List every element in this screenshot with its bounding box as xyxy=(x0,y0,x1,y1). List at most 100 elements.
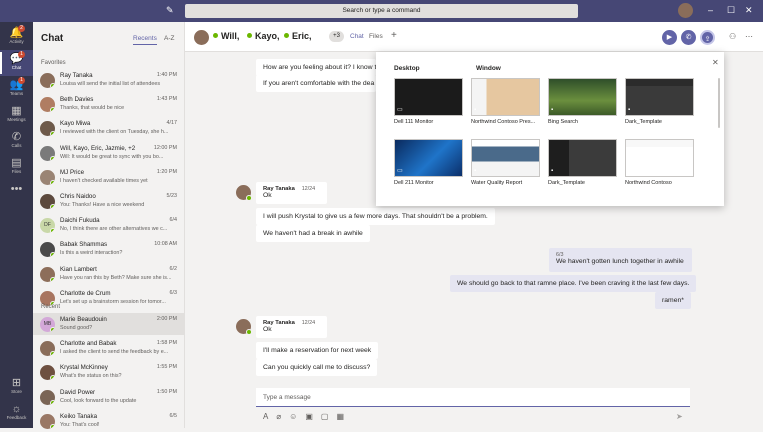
chat-list-item[interactable]: Ray Tanaka 1:40 PM Louisa will send the in… xyxy=(33,69,184,91)
message-text: I will push Krystal to give us a few mor… xyxy=(256,208,495,225)
share-item-label: Dell 211 Monitor xyxy=(394,180,434,186)
share-item-label: Northwind Contoso Pres... xyxy=(471,119,536,125)
share-window-thumbnail[interactable]: ▪ xyxy=(471,139,540,177)
meeting-icon[interactable]: ▦ xyxy=(336,412,352,421)
share-item-label: Dell 111 Monitor xyxy=(394,119,434,125)
share-desktop-thumbnail[interactable]: ▭ xyxy=(394,139,463,177)
attach-icon[interactable]: ⌀ xyxy=(276,412,289,421)
close-icon[interactable]: ✕ xyxy=(712,58,719,67)
rail-store[interactable]: ⊞ Store xyxy=(0,374,33,400)
rail-files[interactable]: ▤ Files xyxy=(0,154,33,180)
chat-list-item[interactable]: Kayo Miwa 4/17 I reviewed with the client … xyxy=(33,117,184,139)
more-participants-badge[interactable]: +3 xyxy=(329,31,344,42)
tab-files[interactable]: Files xyxy=(369,33,383,40)
chat-list-item[interactable]: Charlotte and Babak 1:58 PM I asked the cl… xyxy=(33,337,184,359)
minimize-icon[interactable]: – xyxy=(708,5,713,15)
participant-kayo[interactable]: Kayo, xyxy=(255,31,280,41)
chat-time: 4/17 xyxy=(166,120,178,127)
chat-list-item[interactable]: MB Marie Beaudouin 2:00 PM Sound good? xyxy=(33,313,184,335)
chat-preview: I haven't checked available times yet xyxy=(60,177,148,184)
compose-input[interactable]: Type a message xyxy=(256,388,690,407)
chat-name: Keiko Tanaka xyxy=(60,412,98,420)
compose-new-icon[interactable]: ✎ xyxy=(166,5,174,16)
rail-chat[interactable]: 💬 Chat 1 xyxy=(0,50,33,76)
chat-list-item[interactable]: Keiko Tanaka 6/5 You: That's cool! xyxy=(33,410,184,432)
video-call-button[interactable]: ▶ xyxy=(662,30,677,45)
tab-chat[interactable]: Chat xyxy=(350,33,364,40)
share-window-thumbnail[interactable]: ▪ xyxy=(625,139,694,177)
chat-preview: You: That's cool! xyxy=(60,421,100,428)
calendar-icon: ▦ xyxy=(11,105,22,117)
participant-will[interactable]: Will, xyxy=(221,31,239,41)
tab-recents[interactable]: Recents xyxy=(133,35,157,45)
share-screen-button[interactable]: ⇪ xyxy=(700,30,715,45)
avatar xyxy=(40,389,55,405)
avatar xyxy=(40,341,55,357)
gif-icon[interactable]: ▣ xyxy=(305,412,321,421)
rail-meetings[interactable]: ▦ Meetings xyxy=(0,102,33,128)
format-icon[interactable]: A xyxy=(263,412,276,421)
chat-preview: No, I think there are other alternatives… xyxy=(60,226,168,233)
chat-list-item[interactable]: DF Daichi Fukuda 6/4 No, I think there are … xyxy=(33,214,184,236)
avatar-initials: DF xyxy=(44,222,51,229)
audio-call-button[interactable]: ✆ xyxy=(681,30,696,45)
chat-list-item[interactable]: Chris Naidoo 5/23 You: Thanks! Have a nice… xyxy=(33,190,184,212)
search-input[interactable]: Search or type a command xyxy=(185,4,578,18)
chat-name: Will, Kayo, Eric, Jazmie, +2 xyxy=(60,144,136,152)
more-options-icon[interactable]: ⋯ xyxy=(745,32,753,41)
add-people-icon[interactable]: ⚇ xyxy=(729,32,736,41)
chat-name: Krystal McKinney xyxy=(60,364,108,372)
close-window-icon[interactable]: ✕ xyxy=(745,5,753,16)
share-window-thumbnail[interactable]: ▪ xyxy=(471,78,540,116)
send-icon[interactable]: ➤ xyxy=(676,412,683,421)
presence-icon xyxy=(50,375,55,381)
share-window-thumbnail[interactable]: ▪ xyxy=(548,139,617,177)
share-desktop-thumbnail[interactable]: ▭ xyxy=(394,78,463,116)
message-bubble: 6/3 We haven't gotten lunch together in … xyxy=(549,248,692,272)
avatar xyxy=(40,413,55,429)
chat-name: Charlotte de Crum xyxy=(60,289,111,297)
avatar xyxy=(40,73,55,88)
favorites-header[interactable]: Favorites xyxy=(41,60,66,66)
chat-icon: 💬 xyxy=(9,53,24,65)
chat-list-item[interactable]: MJ Price 1:20 PM I haven't checked availab… xyxy=(33,166,184,188)
share-item-label: Water Quality Report xyxy=(471,180,523,186)
presence-icon xyxy=(50,83,55,88)
share-window-thumbnail[interactable]: ▪ xyxy=(625,78,694,116)
emoji-icon[interactable]: ☺ xyxy=(289,412,305,421)
rail-more[interactable]: ••• xyxy=(0,180,33,206)
chat-name: David Power xyxy=(60,388,96,396)
chat-time: 2:00 PM xyxy=(156,316,177,322)
chat-list-item[interactable]: Babak Shammas 10:08 AM Is this a weird int… xyxy=(33,238,184,260)
recent-header[interactable]: Recent xyxy=(41,304,60,310)
user-avatar[interactable] xyxy=(678,3,693,18)
presence-icon xyxy=(247,33,252,38)
avatar-initials: MB xyxy=(43,321,52,327)
sticker-icon[interactable]: ▢ xyxy=(321,412,337,421)
chat-list-item[interactable]: Kian Lambert 6/2 Have you ran this by Beth… xyxy=(33,263,184,285)
rail-activity[interactable]: 🔔 Activity 2 xyxy=(0,24,33,50)
chat-list-item[interactable]: Beth Davies 1:43 PM Thanks, that would be … xyxy=(33,93,184,115)
add-tab-button[interactable]: + xyxy=(391,30,397,41)
notification-badge: 1 xyxy=(18,51,25,58)
participant-eric[interactable]: Eric, xyxy=(292,31,312,41)
presence-icon xyxy=(50,423,55,429)
chat-time: 1:50 PM xyxy=(156,388,177,395)
rail-teams[interactable]: 👥 Teams 1 xyxy=(0,76,33,102)
chat-list-item[interactable]: Krystal McKinney 1:55 PM What's the status… xyxy=(33,361,184,383)
rail-label: Calls xyxy=(11,143,22,148)
chat-time: 1:58 PM xyxy=(156,340,177,347)
chat-list-item[interactable]: David Power 1:50 PM Cool, look forward to … xyxy=(33,386,184,408)
share-window-thumbnail[interactable]: ▪ xyxy=(548,78,617,116)
chat-name: Charlotte and Babak xyxy=(60,340,117,348)
rail-calls[interactable]: ✆ Calls xyxy=(0,128,33,154)
maximize-icon[interactable]: ☐ xyxy=(727,5,735,16)
rail-feedback[interactable]: ☼ Feedback xyxy=(0,400,33,426)
avatar xyxy=(40,121,55,137)
chat-time: 6/4 xyxy=(169,217,178,224)
tab-a-z[interactable]: A-Z xyxy=(164,35,174,42)
scrollbar[interactable] xyxy=(718,78,720,128)
chat-list-item[interactable]: Will, Kayo, Eric, Jazmie, +2 12:00 PM Will… xyxy=(33,142,184,164)
rail-label: Feedback xyxy=(6,415,27,420)
monitor-icon: ▭ xyxy=(397,107,403,113)
